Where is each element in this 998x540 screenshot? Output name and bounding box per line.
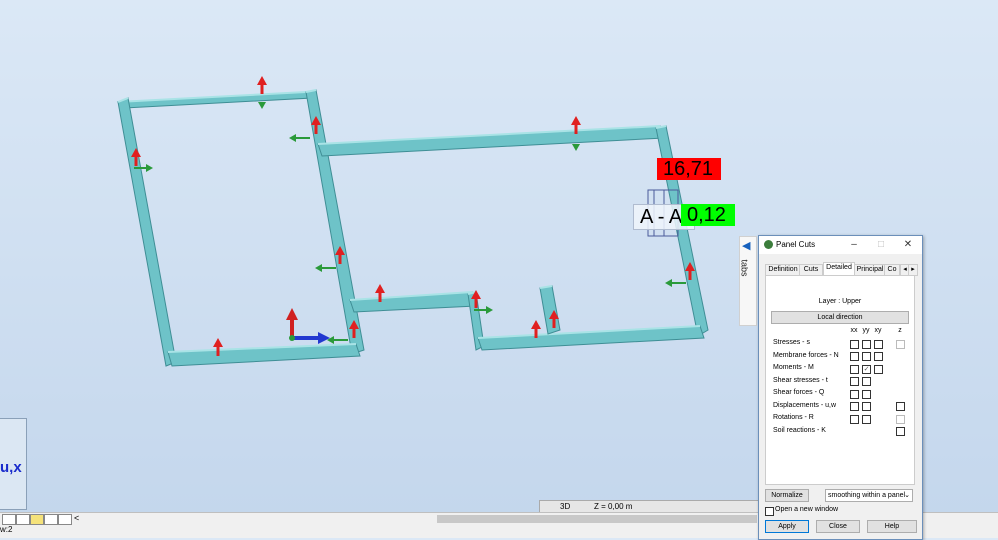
checkbox-yy[interactable] (862, 414, 871, 424)
layer-label: Layer : Upper (818, 298, 862, 305)
axis-legend-label: u,x (0, 459, 22, 476)
checkbox-yy[interactable] (862, 377, 871, 386)
load-arrow-down (258, 102, 266, 109)
normalize-button[interactable]: Normalize (765, 489, 809, 502)
apply-button[interactable]: Apply (765, 520, 809, 533)
minimize-icon[interactable]: – (847, 238, 861, 251)
z-level-label: Z = 0,00 m (594, 502, 633, 511)
checkbox-xx[interactable] (850, 402, 859, 411)
result-row-label: Membrane forces - N (773, 351, 839, 359)
wall-beam[interactable] (477, 325, 705, 351)
tabs-strip[interactable]: ◀ tabs (739, 236, 757, 326)
result-row-label: Shear forces - Q (773, 389, 825, 396)
close-icon[interactable]: ✕ (901, 238, 915, 251)
checkbox-xx[interactable] (850, 389, 859, 399)
local-axis-icon (286, 308, 330, 344)
checkbox-yy[interactable] (862, 402, 871, 411)
help-button[interactable]: Help (867, 520, 917, 533)
result-row-label: Moments - M (773, 364, 814, 371)
load-arrow-head (257, 76, 267, 85)
panel-cuts-dialog: Panel Cuts – □ ✕ Definition Cuts Detaile… (758, 235, 923, 540)
result-value-min: 0,12 (681, 204, 735, 226)
checkbox-z[interactable] (896, 427, 905, 436)
dialog-titlebar[interactable]: Panel Cuts – □ ✕ (759, 236, 922, 254)
checkbox-xx[interactable] (850, 364, 859, 374)
load-arrow-head (665, 279, 672, 287)
chevron-down-icon: ⌄ (904, 492, 910, 499)
checkbox-xy[interactable] (874, 339, 883, 349)
checkbox-yy[interactable] (862, 389, 871, 399)
layer-tool-icon[interactable] (30, 514, 44, 525)
checkbox-z (896, 414, 905, 424)
dialog-title: Panel Cuts (776, 240, 816, 249)
checkbox-xx[interactable] (850, 377, 859, 386)
load-arrow-head (289, 134, 296, 142)
result-row-label: Shear stresses - t (773, 376, 828, 384)
detailed-tab-panel: Layer : Upper Local direction xx yy xy z… (765, 275, 915, 485)
scroll-left-icon[interactable]: < (74, 513, 79, 523)
tab-detailed[interactable]: Detailed (823, 262, 855, 275)
checkbox-xx[interactable] (850, 414, 859, 424)
edit-tool-icon[interactable] (16, 514, 30, 525)
wall-beams[interactable] (116, 89, 709, 367)
settings-tool-icon[interactable] (58, 514, 72, 525)
maximize-icon: □ (877, 239, 885, 250)
load-arrows (131, 76, 695, 356)
load-arrow-head (146, 164, 153, 172)
load-arrow-head (486, 306, 493, 314)
column-header-z: z (898, 327, 902, 334)
wall-beam[interactable] (539, 285, 561, 335)
result-value-max: 16,71 (657, 158, 721, 180)
tabs-strip-label: tabs (739, 259, 750, 277)
wall-beam[interactable] (117, 97, 177, 367)
view-tool-icon[interactable] (2, 514, 16, 525)
checkbox-xy[interactable] (874, 352, 883, 361)
checkbox-yy[interactable] (862, 339, 871, 349)
open-new-window-label: Open a new window (775, 506, 839, 513)
result-row-label: Rotations - R (773, 414, 814, 421)
load-arrow-head (571, 116, 581, 125)
column-header-xx: xx (850, 327, 858, 334)
checkbox-xx[interactable] (850, 352, 859, 361)
dialog-tabs: Definition Cuts Detailed Principal Co ◂ … (765, 262, 918, 276)
load-arrow-head (213, 338, 223, 347)
local-direction-button[interactable]: Local direction (771, 311, 909, 324)
close-button[interactable]: Close (816, 520, 860, 533)
column-header-yy: yy (862, 327, 870, 334)
checkbox-yy[interactable] (862, 352, 871, 361)
result-row-label: Soil reactions - K (773, 426, 826, 434)
checkbox-z (896, 339, 905, 349)
axis-legend-panel: u,x (0, 418, 27, 510)
grid-tool-icon[interactable] (44, 514, 58, 525)
app-icon (764, 240, 773, 249)
result-row-label: Displacements - u,w (773, 401, 837, 409)
checkbox-yy[interactable]: ✓ (862, 364, 871, 374)
column-header-xy: xy (874, 327, 882, 334)
horizontal-scrollbar-thumb[interactable] (437, 515, 757, 523)
load-arrow-head (375, 284, 385, 293)
load-arrow-down (572, 144, 580, 151)
view-mode-label: 3D (560, 502, 571, 511)
result-row-label: Stresses - s (773, 339, 810, 346)
arrow-left-icon[interactable]: ◀ (742, 239, 750, 252)
checkbox-xx[interactable] (850, 339, 859, 349)
smoothing-select-value: smoothing within a panel (828, 492, 906, 499)
open-new-window-checkbox[interactable] (765, 507, 774, 516)
checkbox-z[interactable] (896, 402, 905, 411)
smoothing-select[interactable]: smoothing within a panel ⌄ (825, 489, 913, 502)
checkbox-xy[interactable] (874, 364, 883, 374)
load-arrow-head (315, 264, 322, 272)
load-arrow-head (531, 320, 541, 329)
